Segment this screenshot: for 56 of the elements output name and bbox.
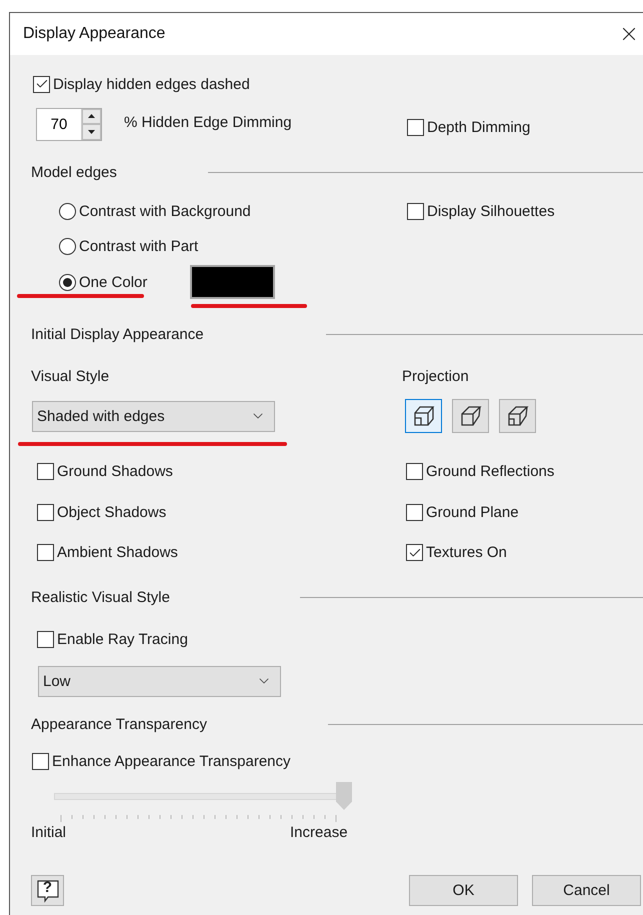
quality-dropdown[interactable]: Low bbox=[38, 666, 281, 696]
cube-icon bbox=[506, 404, 530, 428]
checkbox-label: Ambient Shadows bbox=[57, 544, 178, 561]
radio-label: Contrast with Part bbox=[79, 238, 198, 255]
checkbox-label: Ground Shadows bbox=[57, 462, 173, 480]
help-button[interactable]: ? bbox=[31, 875, 64, 906]
checkbox[interactable] bbox=[407, 203, 424, 220]
cube-icon bbox=[412, 404, 436, 428]
radio-button[interactable] bbox=[59, 203, 76, 220]
radio-button[interactable] bbox=[59, 274, 76, 290]
dialog-button[interactable]: Cancel bbox=[532, 875, 641, 906]
spin-up-button[interactable] bbox=[82, 108, 101, 124]
checkbox[interactable] bbox=[32, 752, 49, 770]
window-title: Display Appearance bbox=[23, 25, 166, 43]
down-triangle-icon bbox=[88, 130, 95, 134]
section-heading: Appearance Transparency bbox=[31, 716, 208, 732]
section-heading: Initial Display Appearance bbox=[31, 326, 205, 342]
checkbox[interactable] bbox=[37, 630, 54, 648]
projection-button[interactable] bbox=[405, 399, 442, 433]
checkbox-label: Ground Plane bbox=[426, 504, 519, 521]
dialog-button[interactable]: OK bbox=[409, 875, 518, 906]
slider-min-label: Initial bbox=[31, 824, 66, 840]
checkbox-label: Depth Dimming bbox=[427, 118, 530, 136]
checkbox-label: Enhance Appearance Transparency bbox=[52, 752, 290, 770]
checkbox[interactable] bbox=[37, 504, 54, 521]
checkbox[interactable] bbox=[406, 504, 423, 521]
up-triangle-icon bbox=[88, 114, 95, 118]
checkbox[interactable] bbox=[33, 76, 50, 92]
radio-label: Contrast with Background bbox=[79, 203, 251, 220]
color-swatch[interactable] bbox=[190, 265, 276, 299]
checkbox[interactable] bbox=[407, 118, 424, 136]
speech-bubble-icon bbox=[36, 878, 60, 902]
checkbox[interactable] bbox=[406, 462, 423, 480]
radio-label: One Color bbox=[79, 274, 148, 290]
checkbox-label: Display Silhouettes bbox=[427, 203, 555, 220]
checkbox-label: Object Shadows bbox=[57, 504, 166, 521]
projection-button[interactable] bbox=[452, 399, 489, 433]
field-label: Projection bbox=[402, 368, 469, 384]
spin-down-button[interactable] bbox=[82, 124, 101, 140]
slider-max-label: Increase bbox=[290, 824, 348, 840]
radio-button[interactable] bbox=[59, 238, 76, 255]
cube-icon bbox=[458, 404, 482, 428]
checkbox-label: Display hidden edges dashed bbox=[53, 76, 250, 92]
checkbox[interactable] bbox=[406, 544, 423, 561]
section-heading: Model edges bbox=[31, 164, 118, 180]
checkbox-label: Enable Ray Tracing bbox=[57, 630, 188, 648]
projection-button[interactable] bbox=[499, 399, 536, 433]
checkbox-label: Textures On bbox=[426, 544, 507, 561]
checkbox[interactable] bbox=[37, 544, 54, 561]
section-heading: Realistic Visual Style bbox=[31, 588, 171, 606]
spinner-field[interactable]: 70 bbox=[36, 108, 102, 140]
field-label: Visual Style bbox=[31, 368, 110, 384]
checkbox-label: Ground Reflections bbox=[426, 462, 554, 480]
spinner-label: % Hidden Edge Dimming bbox=[124, 114, 292, 130]
visual-style-dropdown[interactable]: Shaded with edges bbox=[32, 400, 275, 432]
checkbox[interactable] bbox=[37, 462, 54, 480]
